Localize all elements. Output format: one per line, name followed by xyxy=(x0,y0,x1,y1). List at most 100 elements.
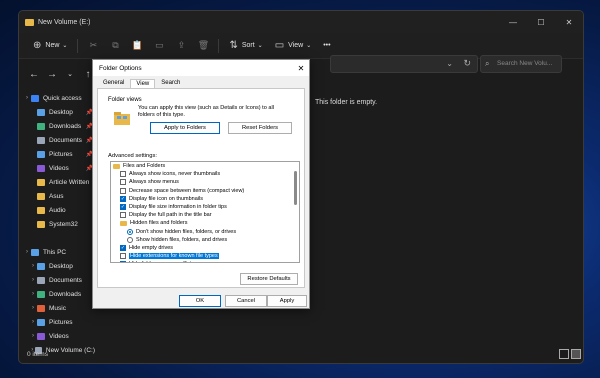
address-bar[interactable]: ⌄ ↻ xyxy=(330,55,478,73)
folder-icon xyxy=(37,108,45,116)
sidebar-item[interactable]: Downloads 📌 xyxy=(19,119,95,133)
view-button[interactable]: ▭ View ⌄ xyxy=(269,36,318,56)
sidebar-item[interactable]: › This PC xyxy=(19,245,95,259)
minimize-button[interactable]: — xyxy=(499,11,527,33)
reset-folders-button[interactable]: Reset Folders xyxy=(228,122,292,134)
sidebar-item[interactable]: Desktop 📌 xyxy=(19,105,95,119)
new-button[interactable]: ⊕ New ⌄ xyxy=(27,36,73,56)
chevron-right-icon[interactable]: › xyxy=(23,95,31,101)
sidebar-item[interactable]: › Documents xyxy=(19,273,95,287)
folder-icon xyxy=(113,163,120,169)
advanced-setting-row[interactable]: Always show icons, never thumbnails xyxy=(111,170,299,178)
restore-defaults-button[interactable]: Restore Defaults xyxy=(240,273,298,285)
checkbox[interactable]: ✓ xyxy=(120,195,126,202)
checkbox[interactable] xyxy=(120,253,126,260)
apply-button[interactable]: Apply xyxy=(267,295,307,307)
scrollbar[interactable] xyxy=(294,163,298,261)
chevron-right-icon[interactable]: › xyxy=(29,333,37,339)
advanced-setting-label: Always show icons, never thumbnails xyxy=(129,171,221,178)
sidebar-item[interactable]: Documents 📌 xyxy=(19,133,95,147)
close-button[interactable]: ✕ xyxy=(555,11,583,33)
sidebar-item[interactable]: Videos 📌 xyxy=(19,161,95,175)
sidebar-item[interactable]: Article Written xyxy=(19,175,95,189)
sidebar-item[interactable]: › Quick access xyxy=(19,91,95,105)
advanced-setting-row[interactable]: ✓ Hide empty drives xyxy=(111,244,299,252)
refresh-icon[interactable]: ↻ xyxy=(463,58,471,69)
sidebar-item[interactable]: › Desktop xyxy=(19,259,95,273)
checkbox[interactable]: ✓ xyxy=(120,204,126,211)
recent-chevron-icon[interactable]: ⌄ xyxy=(61,70,79,78)
tab-search[interactable]: Search xyxy=(155,78,186,88)
advanced-setting-row[interactable]: ✓ Display file size information in folder… xyxy=(111,203,299,211)
more-options-button[interactable]: ••• xyxy=(317,36,336,56)
advanced-settings-label: Advanced settings: xyxy=(108,153,157,159)
large-icons-view-icon[interactable] xyxy=(571,349,581,359)
sidebar-item[interactable]: Audio xyxy=(19,203,95,217)
tab-general[interactable]: General xyxy=(97,78,130,88)
folder-icon xyxy=(37,164,45,172)
view-icon: ▭ xyxy=(274,40,285,51)
plus-icon: ⊕ xyxy=(33,40,42,51)
advanced-setting-row[interactable]: Don't show hidden files, folders, or dri… xyxy=(111,228,299,236)
checkbox[interactable] xyxy=(120,179,126,186)
chevron-right-icon[interactable]: › xyxy=(29,319,37,325)
chevron-right-icon[interactable]: › xyxy=(29,305,37,311)
paste-icon[interactable]: 📋 xyxy=(126,36,148,56)
radio-button[interactable] xyxy=(127,236,133,243)
ok-button[interactable]: OK xyxy=(179,295,221,307)
divider xyxy=(218,38,220,53)
folder-icon xyxy=(37,276,45,284)
dialog-title-bar: Folder Options ✕ xyxy=(93,60,309,76)
chevron-right-icon[interactable]: › xyxy=(29,291,37,297)
sidebar-item-label: Pictures xyxy=(49,150,73,158)
details-view-icon[interactable] xyxy=(559,349,569,359)
sidebar-item-label: Desktop xyxy=(49,108,73,116)
advanced-setting-row[interactable]: Hide extensions for known file types xyxy=(111,252,299,260)
sidebar-item[interactable]: › Music xyxy=(19,301,95,315)
search-input[interactable]: ⌕ Search New Volu... xyxy=(480,55,562,73)
advanced-setting-row[interactable]: Decrease space between items (compact vi… xyxy=(111,187,299,195)
checkbox[interactable] xyxy=(120,212,126,219)
sort-button[interactable]: ⇅ Sort ⌄ xyxy=(223,36,268,56)
sidebar-item-label: Pictures xyxy=(49,318,73,326)
delete-icon[interactable]: 🗑 xyxy=(192,36,214,56)
dialog-close-icon[interactable]: ✕ xyxy=(293,64,309,73)
title-bar: New Volume (E:) — ☐ ✕ xyxy=(19,11,583,33)
chevron-right-icon[interactable]: › xyxy=(29,263,37,269)
chevron-down-icon[interactable]: ⌄ xyxy=(446,59,453,68)
rename-icon[interactable]: ▭ xyxy=(148,36,170,56)
radio-button[interactable] xyxy=(127,228,133,235)
copy-icon[interactable]: ⧉ xyxy=(104,36,126,56)
checkbox[interactable] xyxy=(120,171,126,178)
sidebar-item[interactable]: › Videos xyxy=(19,329,95,343)
checkbox[interactable] xyxy=(120,187,126,194)
advanced-setting-row[interactable]: Show hidden files, folders, and drives xyxy=(111,236,299,244)
scrollbar-thumb[interactable] xyxy=(294,171,297,205)
advanced-setting-label: Display file icon on thumbnails xyxy=(129,195,203,202)
checkbox[interactable]: ✓ xyxy=(120,261,126,262)
sidebar-item[interactable]: Asus xyxy=(19,189,95,203)
view-tab-panel: Folder views You can apply this view (su… xyxy=(97,88,305,288)
sidebar-item[interactable]: › Downloads xyxy=(19,287,95,301)
advanced-setting-row[interactable]: ✓ Display file icon on thumbnails xyxy=(111,195,299,203)
advanced-setting-label: Show hidden files, folders, and drives xyxy=(136,236,228,243)
advanced-setting-row[interactable]: Display the full path in the title bar xyxy=(111,211,299,219)
back-icon[interactable]: ← xyxy=(25,69,43,80)
advanced-setting-row[interactable]: Always show menus xyxy=(111,178,299,186)
apply-to-folders-button[interactable]: Apply to Folders xyxy=(150,122,220,134)
chevron-right-icon[interactable]: › xyxy=(23,249,31,255)
sidebar-item[interactable]: Pictures 📌 xyxy=(19,147,95,161)
maximize-button[interactable]: ☐ xyxy=(527,11,555,33)
tab-view[interactable]: View xyxy=(130,79,156,88)
share-icon[interactable]: ⇪ xyxy=(170,36,192,56)
cut-icon[interactable]: ✂ xyxy=(82,36,104,56)
sidebar-item[interactable]: System32 xyxy=(19,217,95,231)
dialog-tabs: General View Search xyxy=(93,76,309,88)
sidebar-item[interactable]: › Pictures xyxy=(19,315,95,329)
forward-icon[interactable]: → xyxy=(43,69,61,80)
cancel-button[interactable]: Cancel xyxy=(225,295,267,307)
advanced-setting-row[interactable]: ✓Hide folder merge conflicts xyxy=(111,260,299,262)
search-icon: ⌕ xyxy=(485,59,490,68)
checkbox[interactable]: ✓ xyxy=(120,244,126,251)
chevron-right-icon[interactable]: › xyxy=(29,277,37,283)
